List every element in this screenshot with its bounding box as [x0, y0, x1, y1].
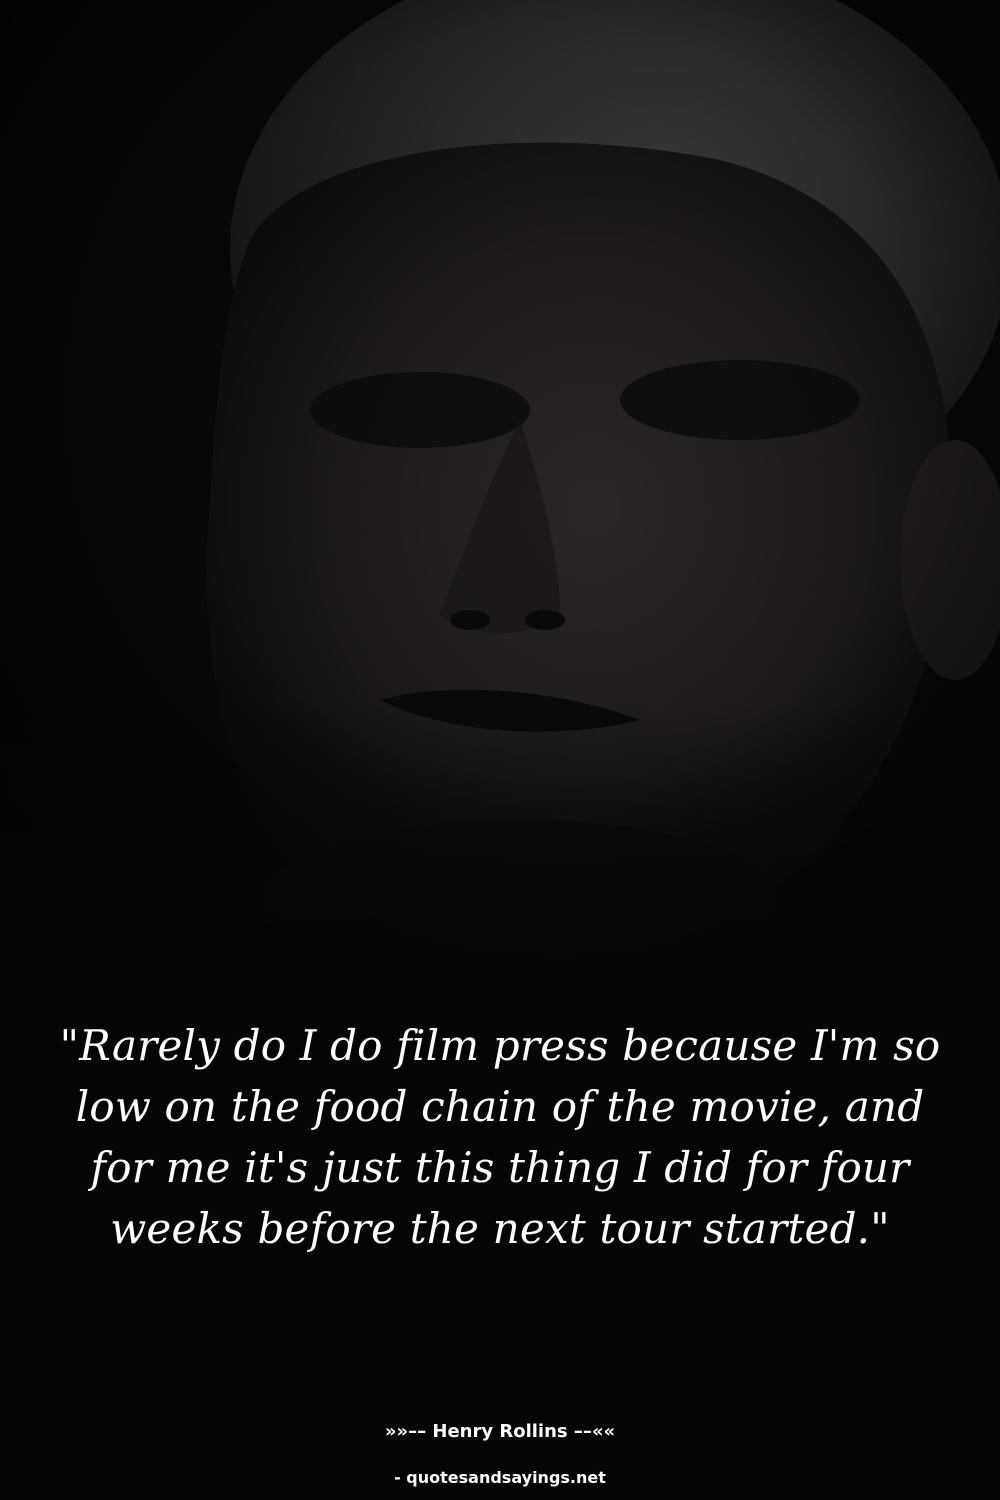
quote-text: "Rarely do I do film press because I'm s…: [59, 1021, 941, 1253]
author-line: »»–– Henry Rollins ––««: [384, 1421, 616, 1442]
quote-card: "Rarely do I do film press because I'm s…: [0, 0, 1000, 1500]
portrait-photo: [0, 0, 1000, 1000]
source-credit: - quotesandsayings.net: [394, 1468, 606, 1487]
